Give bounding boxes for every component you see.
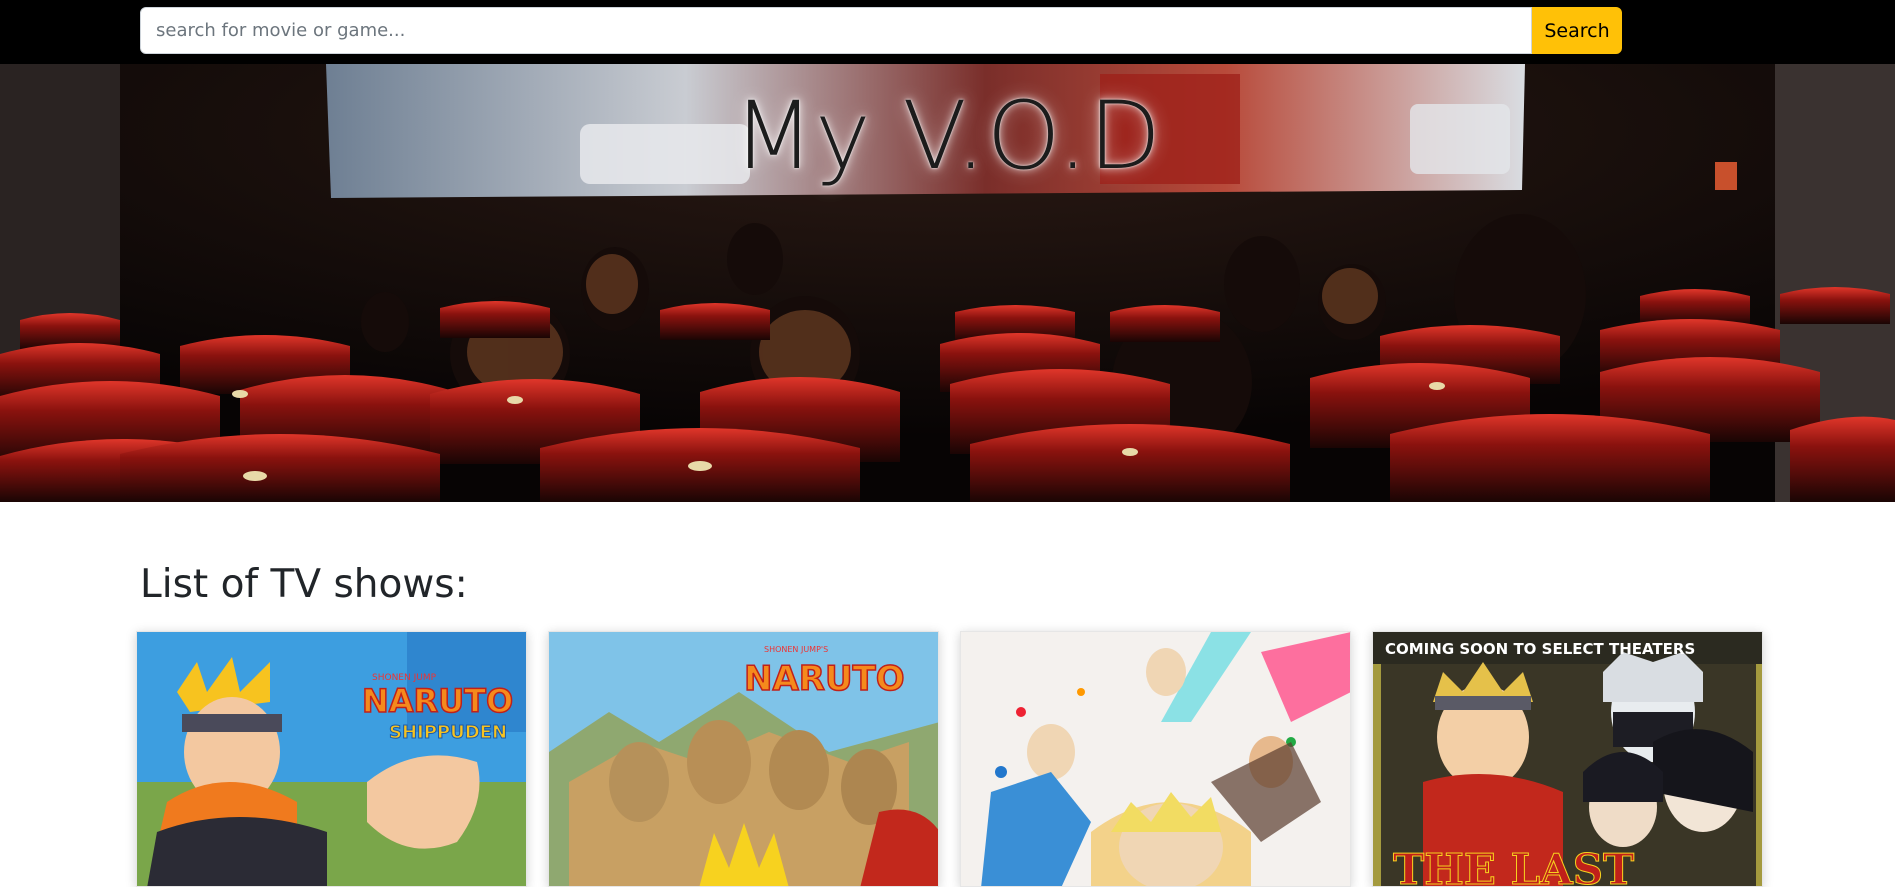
site-title: My V.O.D	[732, 82, 1163, 191]
poster-image: COMING SOON TO SELECT THEATERS THE LAST	[1373, 632, 1762, 887]
tv-show-card-boruto[interactable]	[960, 631, 1351, 887]
tv-show-card-naruto[interactable]: SHONEN JUMP'S NARUTO	[548, 631, 939, 887]
poster-text: SHONEN JUMP'S	[764, 645, 828, 654]
tv-shows-heading: List of TV shows:	[140, 562, 468, 607]
poster-text: NARUTO	[362, 682, 513, 720]
poster-text: COMING SOON TO SELECT THEATERS	[1385, 640, 1695, 658]
tv-show-card-the-last[interactable]: COMING SOON TO SELECT THEATERS THE LAST	[1372, 631, 1763, 887]
poster-text: SHIPPUDEN	[389, 722, 507, 743]
poster-text: THE LAST	[1393, 845, 1634, 887]
search-input[interactable]	[140, 7, 1532, 54]
top-navbar: Search	[0, 0, 1895, 64]
poster-image: SHONEN JUMP'S NARUTO	[549, 632, 938, 886]
tv-show-card-naruto-shippuden[interactable]: SHONEN JUMP NARUTO SHIPPUDEN	[136, 631, 527, 887]
poster-image	[961, 632, 1350, 886]
poster-image: SHONEN JUMP NARUTO SHIPPUDEN	[137, 632, 526, 886]
search-button[interactable]: Search	[1532, 7, 1622, 54]
tv-shows-list: SHONEN JUMP NARUTO SHIPPUDEN SHONEN JUMP…	[136, 631, 1766, 887]
poster-text: NARUTO	[744, 659, 905, 699]
hero-banner: My V.O.D	[0, 64, 1895, 502]
